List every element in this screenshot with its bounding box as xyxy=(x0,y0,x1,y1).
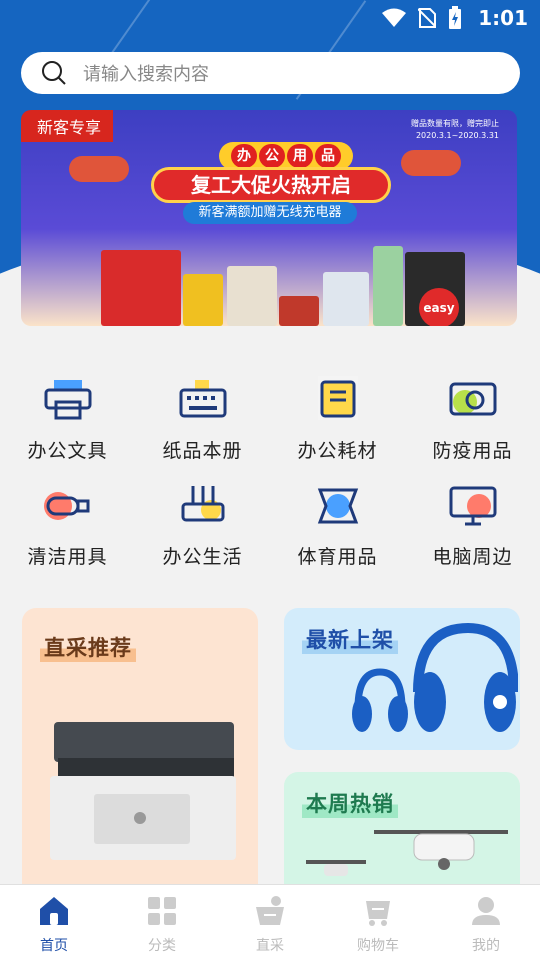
promo-headline: 复工大促火热开启 xyxy=(151,167,391,203)
basket-icon xyxy=(256,896,284,925)
home-icon xyxy=(40,897,68,925)
user-icon xyxy=(472,897,500,925)
tab-cart[interactable]: 购物车 xyxy=(324,885,432,960)
tab-home[interactable]: 首页 xyxy=(0,885,108,960)
card-title: 本周热销 xyxy=(302,788,398,818)
usb-drive-icon xyxy=(43,492,89,520)
search-bar[interactable]: 请输入搜索内容 xyxy=(21,52,520,94)
tab-profile[interactable]: 我的 xyxy=(432,885,540,960)
card-title: 直采推荐 xyxy=(40,632,136,662)
wifi-icon xyxy=(382,8,406,27)
router-icon xyxy=(181,486,224,522)
promo-dates: 赠品数量有限，赠完即止 2020.3.1~2020.3.31 xyxy=(411,119,499,140)
promo-subline: 新客满额加赠无线充电器 xyxy=(183,202,357,224)
card-new-arrivals[interactable]: 最新上架 xyxy=(284,608,520,750)
printer-icon xyxy=(44,380,91,420)
cart-icon xyxy=(366,901,390,926)
grid-icon xyxy=(148,897,176,925)
monitor-icon xyxy=(449,486,496,526)
bottom-tab-bar: 首页 分类 直采 购物车 我的 xyxy=(0,884,540,960)
battery-charging-icon xyxy=(449,6,461,29)
printer-product-image xyxy=(50,722,236,860)
category-pill: 办 公 用 品 xyxy=(219,142,353,170)
no-sim-icon xyxy=(418,8,436,28)
category-cleaning-tools[interactable]: 清洁用具 xyxy=(0,482,135,574)
category-office-stationery[interactable]: 办公文具 xyxy=(0,376,135,468)
category-computer-accessories[interactable]: 电脑周边 xyxy=(405,482,540,574)
easy-logo: easy xyxy=(419,288,459,326)
gamepad-icon xyxy=(317,488,358,524)
category-paper-notebooks[interactable]: 纸品本册 xyxy=(135,376,270,468)
camera-icon xyxy=(449,382,496,416)
cloud-decoration xyxy=(69,156,129,182)
clock: 1:01 xyxy=(478,6,528,30)
status-bar: 1:01 xyxy=(0,0,540,36)
cloud-decoration xyxy=(401,150,461,176)
category-office-supplies[interactable]: 办公耗材 xyxy=(270,376,405,468)
product-collage xyxy=(101,234,471,326)
promo-banner[interactable]: 新客专享 赠品数量有限，赠完即止 2020.3.1~2020.3.31 办 公 … xyxy=(21,110,517,326)
search-icon xyxy=(42,61,66,85)
tab-direct-purchase[interactable]: 直采 xyxy=(216,885,324,960)
new-customer-tag: 新客专享 xyxy=(21,110,114,142)
keyboard-icon xyxy=(179,380,226,418)
card-direct-purchase[interactable]: 直采推荐 xyxy=(22,608,258,908)
category-office-life[interactable]: 办公生活 xyxy=(135,482,270,574)
search-input[interactable]: 请输入搜索内容 xyxy=(83,60,209,86)
headphones-product-image xyxy=(352,622,518,732)
drone-product-image xyxy=(306,830,508,876)
clipboard-icon xyxy=(317,376,358,420)
tab-category[interactable]: 分类 xyxy=(108,885,216,960)
category-epidemic-supplies[interactable]: 防疫用品 xyxy=(405,376,540,468)
category-sports-goods[interactable]: 体育用品 xyxy=(270,482,405,574)
